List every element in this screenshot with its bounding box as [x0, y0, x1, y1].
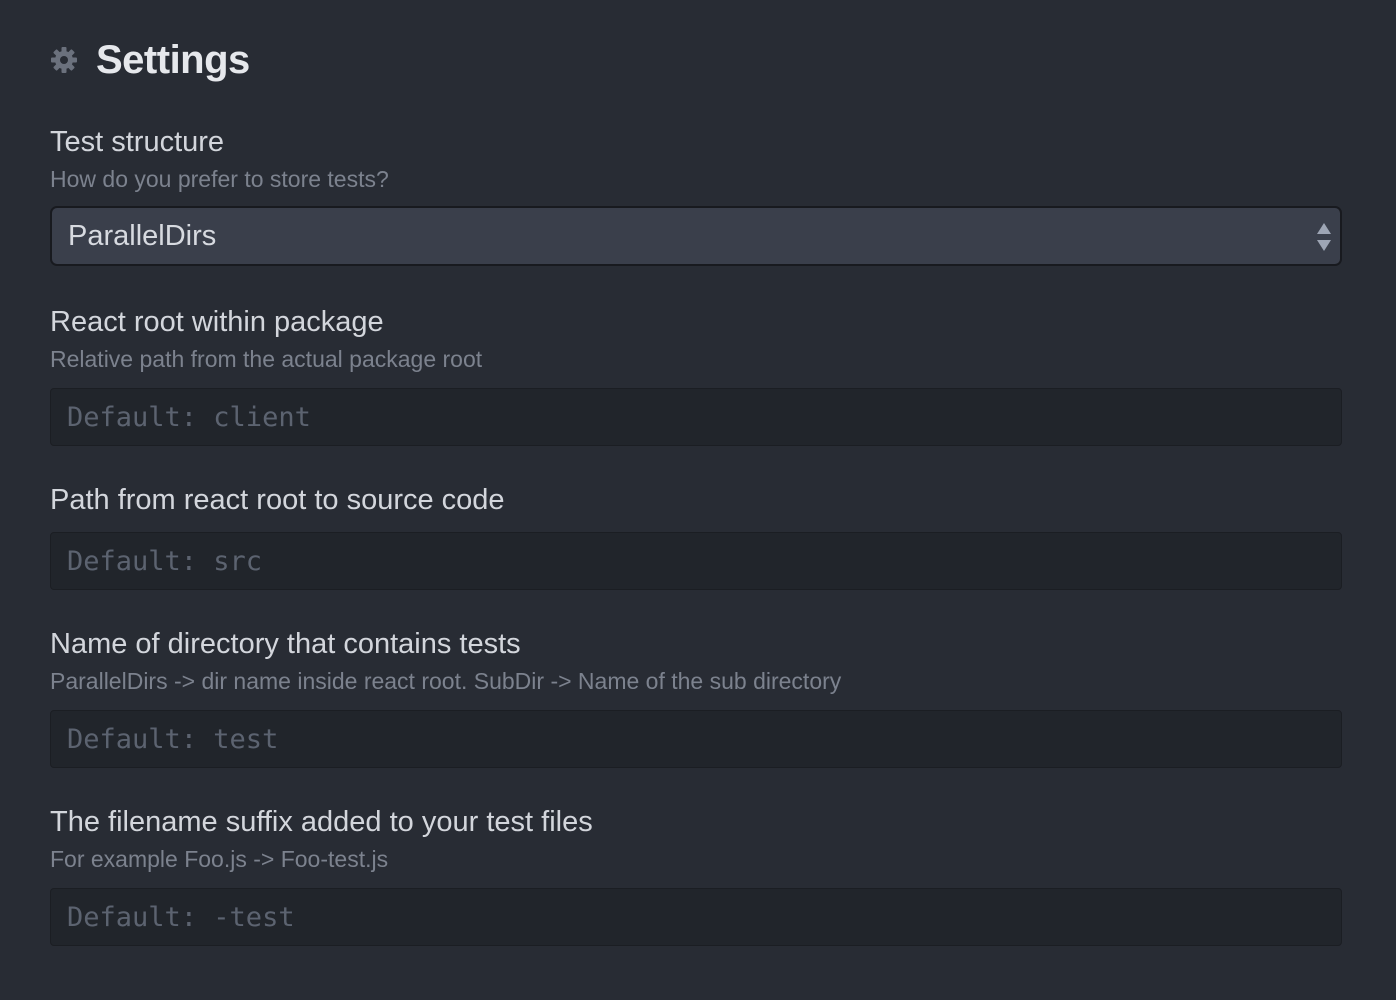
setting-description: ParallelDirs -> dir name inside react ro… [50, 668, 842, 694]
settings-header: Settings [50, 34, 250, 86]
source-path-field [50, 532, 1342, 590]
test-structure-select[interactable]: ParallelDirs [50, 206, 1342, 266]
setting-label: Name of directory that contains tests [50, 628, 521, 660]
setting-label: The filename suffix added to your test f… [50, 806, 593, 838]
settings-panel: Settings Test structure How do you prefe… [0, 0, 1396, 1000]
setting-filename-suffix: The filename suffix added to your test f… [50, 804, 1342, 946]
select-arrows-icon [1316, 222, 1332, 252]
react-root-field [50, 388, 1342, 446]
setting-description: Relative path from the actual package ro… [50, 346, 483, 372]
setting-react-root: React root within package Relative path … [50, 304, 1342, 446]
setting-description: For example Foo.js -> Foo-test.js [50, 846, 389, 872]
test-directory-field [50, 710, 1342, 768]
select-value: ParallelDirs [68, 220, 217, 252]
gear-icon [50, 46, 78, 74]
source-path-input[interactable] [67, 545, 1341, 577]
setting-source-path: Path from react root to source code [50, 482, 1342, 590]
page-title: Settings [96, 38, 250, 82]
setting-test-directory: Name of directory that contains tests Pa… [50, 626, 1342, 768]
setting-label: React root within package [50, 306, 384, 338]
setting-label: Path from react root to source code [50, 484, 505, 516]
filename-suffix-input[interactable] [67, 901, 1341, 933]
react-root-input[interactable] [67, 401, 1341, 433]
setting-label: Test structure [50, 126, 225, 158]
setting-description: How do you prefer to store tests? [50, 166, 389, 192]
test-directory-input[interactable] [67, 723, 1341, 755]
setting-test-structure: Test structure How do you prefer to stor… [50, 124, 1342, 266]
filename-suffix-field [50, 888, 1342, 946]
